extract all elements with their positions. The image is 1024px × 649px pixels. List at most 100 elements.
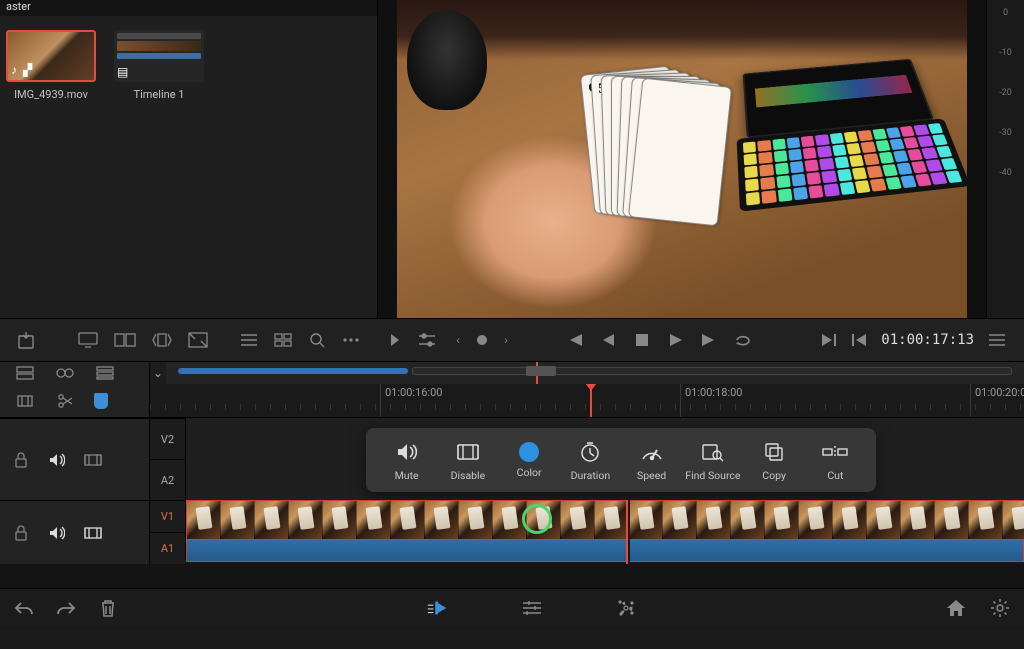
timeline-icon: ▤	[117, 65, 128, 79]
scissors-icon[interactable]	[54, 390, 76, 412]
timeline-ruler[interactable]: 01:00:16:0001:00:18:0001:00:20:00	[150, 384, 1024, 417]
fusion-page-icon[interactable]	[614, 596, 638, 620]
media-item-label: Timeline 1	[114, 88, 204, 101]
fast-review-icon[interactable]	[388, 329, 410, 351]
media-item-clip[interactable]: ♪ ▞ IMG_4939.mov	[6, 30, 96, 101]
popup-color-button[interactable]: Color	[499, 442, 560, 479]
viewer-frame: Q5	[397, 0, 967, 318]
popup-item-label: Cut	[827, 469, 843, 482]
zoom-scrollbar[interactable]	[166, 362, 1024, 384]
dual-view-icon[interactable]	[114, 329, 136, 351]
audio-note-icon: ♪	[11, 63, 17, 77]
popup-item-label: Color	[517, 466, 542, 479]
marker-nav: ‹ ›	[447, 329, 517, 351]
track-label[interactable]: A1	[150, 532, 185, 564]
go-start-icon[interactable]	[563, 329, 585, 351]
menu-icon[interactable]	[988, 329, 1006, 351]
options-icon[interactable]	[342, 329, 360, 351]
marker-shape-icon[interactable]	[94, 393, 108, 409]
lock-icon[interactable]	[10, 449, 32, 471]
timeline-clips[interactable]	[186, 500, 1024, 564]
home-icon[interactable]	[944, 596, 968, 620]
play-reverse-icon[interactable]	[597, 329, 619, 351]
snap-icon[interactable]	[14, 390, 36, 412]
search-icon[interactable]	[308, 329, 326, 351]
track-label[interactable]: A2	[150, 459, 185, 500]
gear-icon[interactable]	[988, 596, 1012, 620]
redo-icon[interactable]	[54, 596, 78, 620]
playhead[interactable]	[626, 500, 628, 564]
viewer-timecode[interactable]: 01:00:17:13	[881, 332, 974, 348]
playhead[interactable]	[590, 384, 592, 417]
breadcrumb[interactable]: aster	[0, 0, 377, 16]
reframe-icon[interactable]	[152, 329, 172, 351]
sync-bin-icon[interactable]	[54, 362, 76, 384]
meter-tick: -40	[999, 168, 1012, 178]
track-audio-icon[interactable]	[46, 449, 68, 471]
ruler-label: 01:00:16:00	[380, 384, 446, 417]
prev-clip-icon[interactable]	[851, 329, 867, 351]
popup-disable-button[interactable]: Disable	[437, 439, 498, 482]
undo-icon[interactable]	[12, 596, 36, 620]
edit-point[interactable]	[628, 500, 630, 564]
cut-page-icon[interactable]	[426, 596, 450, 620]
monitor-icon[interactable]	[78, 329, 98, 351]
timeline-options-icon[interactable]	[14, 362, 36, 384]
copy-icon	[761, 439, 787, 465]
track-video-icon[interactable]	[82, 449, 104, 471]
edit-page-icon[interactable]	[520, 596, 544, 620]
popup-item-label: Disable	[451, 469, 486, 482]
stacked-icon[interactable]	[94, 362, 116, 384]
popup-findsource-button[interactable]: Find Source	[682, 439, 743, 482]
track-header-v1	[0, 500, 150, 564]
audio-meter: 0 -10 -20 -30 -40	[986, 0, 1024, 318]
media-pool: aster ♪ ▞ IMG_4939.mov ▤ Timeli	[0, 0, 378, 318]
loop-icon[interactable]	[733, 329, 755, 351]
speed-icon	[639, 439, 665, 465]
ruler-label: 01:00:18:00	[680, 384, 746, 417]
video-clip[interactable]	[186, 500, 1024, 540]
disable-icon	[455, 439, 481, 465]
timeline-tools-2	[0, 384, 150, 417]
popup-item-label: Copy	[762, 469, 786, 482]
track-header-v2	[0, 418, 150, 500]
thumbnail-view-icon[interactable]	[274, 329, 292, 351]
popup-item-label: Duration	[571, 469, 611, 482]
audio-clip[interactable]	[186, 540, 1024, 562]
film-icon: ▞	[23, 63, 32, 77]
list-view-icon[interactable]	[240, 329, 258, 351]
stop-icon[interactable]	[631, 329, 653, 351]
go-end-icon[interactable]	[699, 329, 721, 351]
popup-duration-button[interactable]: Duration	[560, 439, 621, 482]
track-label[interactable]: V1	[150, 500, 185, 532]
media-item-timeline[interactable]: ▤ Timeline 1	[114, 30, 204, 101]
lock-icon[interactable]	[10, 522, 32, 544]
meter-tick: -10	[999, 48, 1012, 58]
track-label[interactable]: V2	[150, 418, 185, 459]
findsource-icon	[700, 439, 726, 465]
clip-context-popup: Mute Disable Color Duration Speed Find Source…	[366, 428, 876, 492]
mute-icon	[394, 439, 420, 465]
prev-marker-icon[interactable]: ‹	[447, 329, 469, 351]
popup-speed-button[interactable]: Speed	[621, 439, 682, 482]
sliders-icon[interactable]	[416, 329, 438, 351]
popup-mute-button[interactable]: Mute	[376, 439, 437, 482]
popup-item-label: Mute	[395, 469, 419, 482]
trash-icon[interactable]	[96, 596, 120, 620]
meter-tick: 0	[1003, 8, 1008, 18]
popup-item-label: Speed	[637, 469, 666, 482]
play-icon[interactable]	[665, 329, 687, 351]
resolution-icon[interactable]	[188, 329, 208, 351]
transport-controls	[563, 329, 755, 351]
popup-copy-button[interactable]: Copy	[744, 439, 805, 482]
import-media-icon[interactable]	[18, 329, 38, 351]
color-icon	[519, 442, 539, 462]
viewer[interactable]: Q5	[378, 0, 986, 318]
track-audio-icon[interactable]	[46, 522, 68, 544]
track-video-icon[interactable]	[82, 522, 104, 544]
marker-dot-icon[interactable]	[477, 335, 487, 345]
chevron-down-icon[interactable]: ⌄	[150, 362, 166, 384]
meter-tick: -20	[999, 88, 1012, 98]
next-marker-icon[interactable]: ›	[495, 329, 517, 351]
popup-cut-button[interactable]: Cut	[805, 439, 866, 482]
